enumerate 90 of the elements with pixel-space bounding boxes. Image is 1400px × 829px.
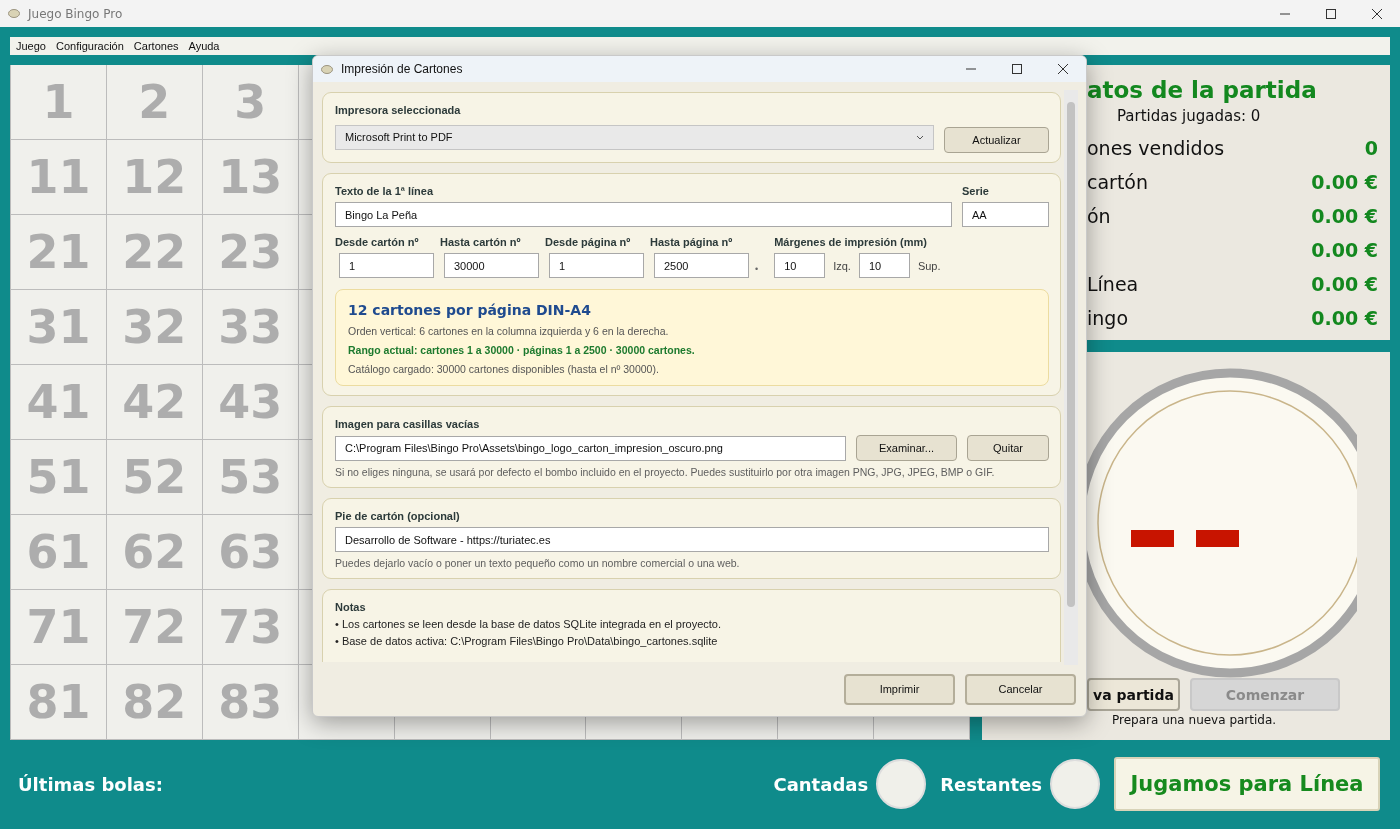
field-label: Pie de cartón (opcional)	[335, 510, 461, 522]
number-cell: 71	[11, 590, 107, 665]
number-cell: 11	[11, 140, 107, 215]
field-label: Hasta cartón nº	[440, 236, 522, 248]
field-label: Impresora seleccionada	[335, 104, 462, 116]
new-game-button[interactable]: va partida	[1087, 678, 1180, 711]
stat-label: Línea	[1087, 273, 1139, 295]
unit-label: Izq.	[833, 259, 851, 272]
field-label: Imagen para casillas vacías	[335, 418, 481, 430]
number-cell: 63	[202, 515, 299, 590]
stat-label: ingo	[1087, 307, 1128, 329]
counter-label: Restantes	[940, 773, 1042, 795]
number-input[interactable]: 1	[549, 253, 644, 278]
stat-label: ón	[1087, 205, 1111, 227]
field-label: Texto de la 1ª línea	[335, 185, 435, 197]
window-title: Juego Bingo Pro	[28, 6, 123, 21]
menu-item[interactable]: Cartones	[133, 40, 179, 52]
number-cell: 12	[106, 140, 203, 215]
info-title: 12 cartones por página DIN-A4	[348, 302, 592, 318]
number-cell: 53	[202, 440, 299, 515]
hint-text: Puedes dejarlo vacío o poner un texto pequeño como un nombre comercial o una web.	[335, 557, 741, 569]
number-cell: 13	[202, 140, 299, 215]
number-cell: 42	[106, 365, 203, 440]
games-played: Partidas jugadas: 0	[1117, 107, 1262, 125]
series-input[interactable]: AA	[962, 202, 1049, 227]
stat-label: cartón	[1087, 171, 1149, 193]
stat-value: 0.00 €	[1311, 307, 1378, 329]
separator-dot: •	[755, 264, 759, 274]
remove-button[interactable]: Quitar	[967, 435, 1049, 461]
unit-label: Sup.	[917, 259, 941, 272]
number-cell: 81	[11, 665, 107, 740]
number-input[interactable]: 30000	[444, 253, 539, 278]
number-cell: 33	[202, 290, 299, 365]
number-cell: 62	[106, 515, 203, 590]
cancel-button[interactable]: Cancelar	[965, 673, 1076, 705]
status-text: Prepara una nueva partida.	[1112, 713, 1277, 727]
field-label: Hasta página nº	[650, 236, 734, 248]
number-cell: 73	[202, 590, 299, 665]
number-cell: 21	[11, 215, 107, 290]
stat-value: 0.00 €	[1311, 205, 1378, 227]
number-cell: 43	[202, 365, 299, 440]
info-text: Catálogo cargado: 30000 cartones disponibles (hasta el nº 30000).	[348, 363, 660, 375]
browse-button[interactable]: Examinar...	[856, 435, 957, 461]
image-path-input[interactable]: C:\Program Files\Bingo Pro\Assets\bingo_logo_carton_impresion_oscuro.png	[335, 435, 846, 461]
number-cell: 31	[11, 290, 107, 365]
number-cell: 51	[11, 440, 107, 515]
field-label: Desde cartón nº	[335, 236, 420, 248]
field-label: Márgenes de impresión (mm)	[774, 236, 928, 248]
info-text: Orden vertical: 6 cartones en la columna izquierda y 6 en la derecha.	[348, 325, 670, 337]
stat-value: 0	[1364, 137, 1378, 159]
stat-value: 0.00 €	[1311, 273, 1378, 295]
print-button[interactable]: Imprimir	[844, 673, 955, 705]
margin-input[interactable]: 10	[858, 253, 910, 278]
margin-input[interactable]: 10	[774, 253, 826, 278]
footer-input[interactable]: Desarrollo de Software - https://turiatec.es	[335, 527, 1049, 552]
hint-text: Si no eliges ninguna, se usará por defecto el bombo incluido en el proyecto. Puedes sustituirlo por otra imagen PNG, JPG, JPEG, BMP o GIF.	[335, 466, 996, 478]
number-cell: 23	[202, 215, 299, 290]
refresh-button[interactable]: Actualizar	[944, 127, 1049, 153]
stat-value: 0.00 €	[1311, 239, 1378, 261]
number-cell: 52	[106, 440, 203, 515]
menu-item[interactable]: Ayuda	[188, 40, 220, 52]
field-label: Notas	[335, 601, 367, 613]
dialog-title: Impresión de Cartones	[341, 62, 463, 76]
number-cell: 83	[202, 665, 299, 740]
note-text: • Base de datos activa: C:\Program Files\Bingo Pro\Data\bingo_cartones.sqlite	[335, 635, 719, 647]
note-text: • Los cartones se leen desde la base de datos SQLite integrada en el proyecto.	[335, 618, 723, 630]
number-cell: 41	[11, 365, 107, 440]
stats-title: atos de la partida	[1087, 77, 1318, 103]
field-label: Desde página nº	[545, 236, 632, 248]
number-cell: 2	[106, 65, 203, 140]
number-input[interactable]: 1	[339, 253, 434, 278]
info-text: Rango actual: cartones 1 a 30000 · páginas 1 a 2500 · 30000 cartones.	[348, 344, 696, 356]
last-balls-label: Últimas bolas:	[18, 773, 163, 795]
menu-item[interactable]: Configuración	[56, 40, 124, 52]
number-cell: 61	[11, 515, 107, 590]
number-cell: 22	[106, 215, 203, 290]
number-input[interactable]: 2500	[654, 253, 749, 278]
stat-value: 0.00 €	[1311, 171, 1378, 193]
counter-label: Cantadas	[773, 773, 869, 795]
number-cell: 1	[11, 65, 107, 140]
printer-select[interactable]: Microsoft Print to PDF	[335, 124, 934, 150]
number-cell: 72	[106, 590, 203, 665]
stat-label: ones vendidos	[1087, 137, 1225, 159]
text-input[interactable]: Bingo La Peña	[335, 202, 952, 227]
field-label: Serie	[962, 185, 990, 197]
number-cell: 32	[106, 290, 203, 365]
number-cell: 82	[106, 665, 203, 740]
game-mode-button[interactable]: Jugamos para Línea	[1114, 757, 1380, 811]
menu-item[interactable]: Juego	[16, 40, 46, 52]
number-cell: 3	[202, 65, 299, 140]
